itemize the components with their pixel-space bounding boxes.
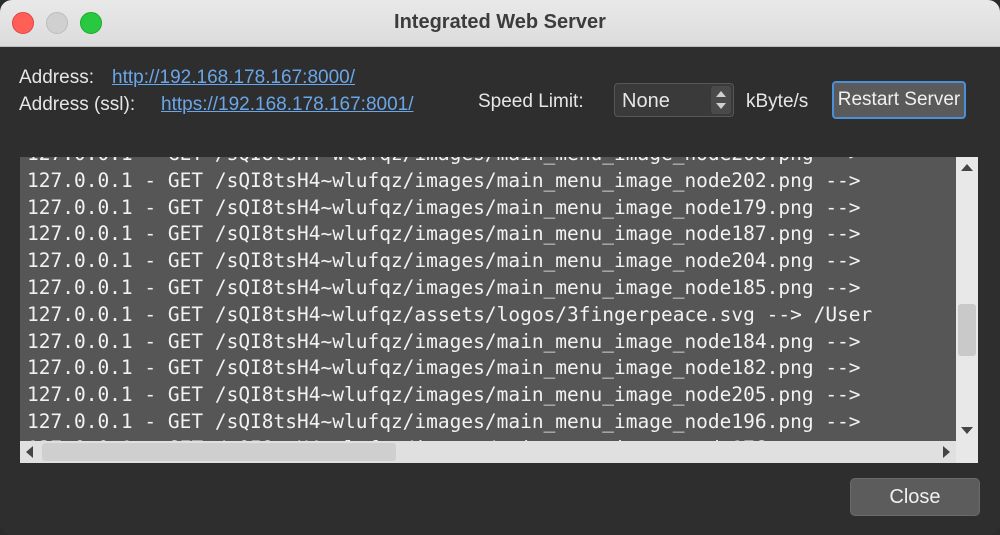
ssl-address-label: Address (ssl): [19, 94, 136, 115]
horizontal-scrollbar[interactable] [20, 441, 956, 463]
scroll-corner [956, 441, 978, 463]
log-line: 127.0.0.1 - GET /sQI8tsH4~wlufqz/images/… [27, 249, 861, 273]
web-server-window: Integrated Web Server Address: http://19… [0, 0, 1000, 535]
scroll-right-icon[interactable] [943, 446, 950, 458]
log-line: 127.0.0.1 - GET /sQI8tsH4~wlufqz/images/… [27, 275, 861, 299]
speed-limit-label: Speed Limit: [478, 91, 584, 112]
scroll-left-icon[interactable] [26, 446, 33, 458]
ssl-address-link[interactable]: https://192.168.178.167:8001/ [161, 94, 414, 116]
window-title: Integrated Web Server [394, 11, 606, 33]
log-line: 127.0.0.1 - GET /sQI8tsH4~wlufqz/images/… [27, 222, 861, 246]
request-log[interactable]: 127.0.0.1 - GET /sQI8tsH4~wlufqz/images/… [20, 157, 956, 441]
speed-limit-stepper[interactable]: None [614, 83, 734, 117]
log-line: 127.0.0.1 - GET /sQI8tsH4~wlufqz/images/… [27, 329, 861, 353]
log-line: 127.0.0.1 - GET /sQI8tsH4~wlufqz/images/… [27, 383, 861, 407]
stepper-up-icon[interactable] [716, 91, 726, 97]
vertical-scrollbar[interactable] [956, 157, 978, 441]
speed-unit-label: kByte/s [746, 91, 809, 112]
address-link[interactable]: http://192.168.178.167:8000/ [112, 67, 355, 89]
scroll-up-icon[interactable] [961, 164, 973, 171]
log-line: 127.0.0.1 - GET /sQI8tsH4~wlufqz/images/… [27, 195, 861, 219]
log-line: 127.0.0.1 - GET /sQI8tsH4~wlufqz/images/… [27, 356, 861, 380]
log-line: 127.0.0.1 - GET /sQI8tsH4~wlufqz/assets/… [27, 302, 873, 326]
stepper-arrows[interactable] [711, 86, 731, 114]
log-line: 127.0.0.1 - GET /sQI8tsH4~wlufqz/images/… [27, 157, 872, 168]
restart-server-button[interactable]: Restart Server [832, 81, 966, 119]
address-label: Address: [19, 67, 94, 88]
log-line: 127.0.0.1 - GET /sQI8tsH4~wlufqz/images/… [27, 168, 861, 192]
stepper-down-icon[interactable] [716, 103, 726, 109]
log-line: 127.0.0.1 - GET /sQI8tsH4~wlufqz/images/… [27, 409, 861, 433]
close-button[interactable]: Close [850, 478, 980, 516]
title-bar: Integrated Web Server [0, 0, 1000, 47]
log-lines: 127.0.0.1 - GET /sQI8tsH4~wlufqz/images/… [27, 157, 872, 441]
speed-limit-value: None [622, 90, 670, 112]
scroll-down-icon[interactable] [961, 427, 973, 434]
vertical-scroll-thumb[interactable] [958, 304, 976, 356]
horizontal-scroll-thumb[interactable] [42, 443, 396, 461]
